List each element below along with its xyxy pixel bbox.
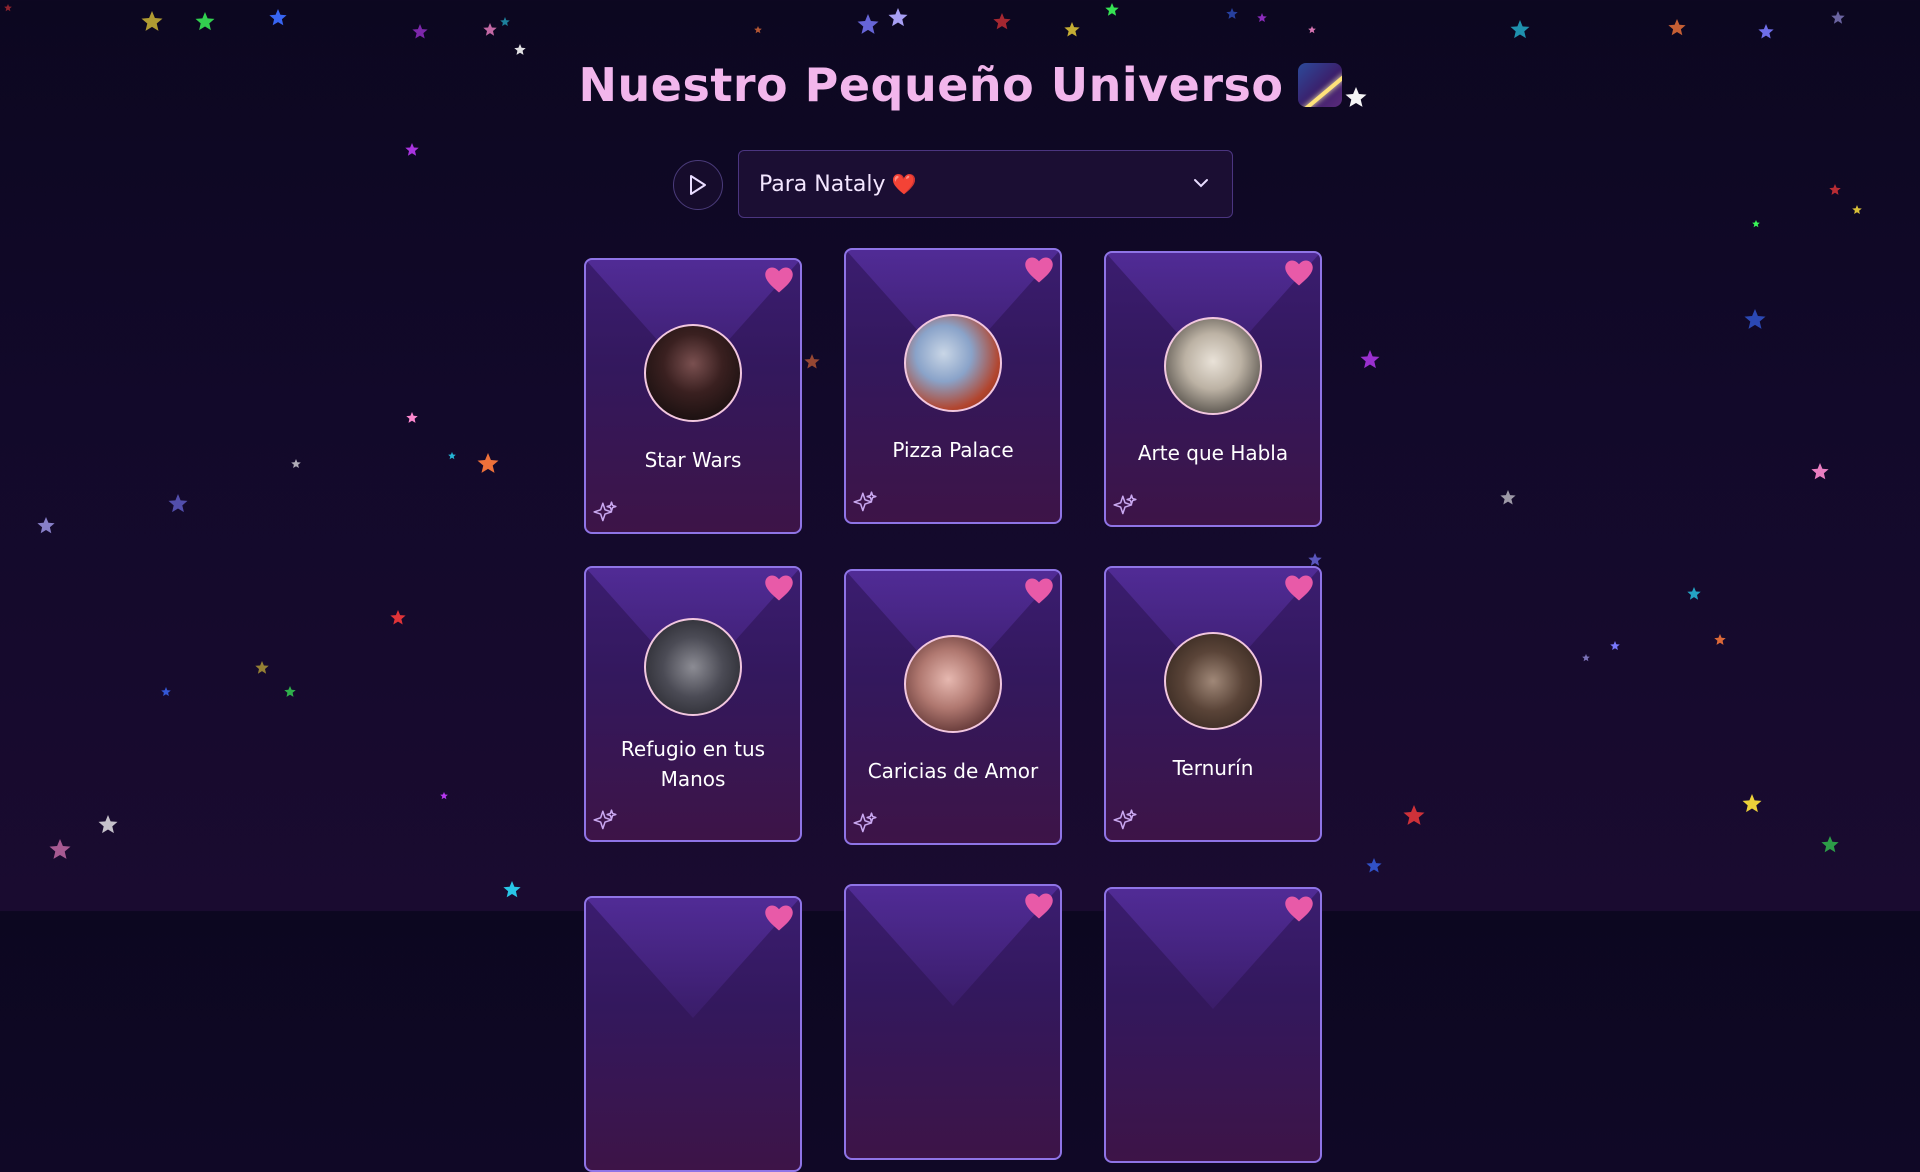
star-icon [1668, 19, 1686, 36]
chevron-down-icon [1194, 179, 1208, 188]
memory-card[interactable]: Refugio en tus Manos [584, 566, 802, 842]
card-title: Star Wars [644, 448, 742, 472]
photo-avatar [644, 618, 742, 716]
play-icon [690, 175, 706, 195]
star-icon [98, 815, 118, 834]
star-icon [284, 686, 296, 697]
star-icon [1360, 350, 1380, 369]
photo-avatar [1164, 317, 1262, 415]
play-button[interactable] [673, 160, 723, 210]
star-icon [405, 143, 419, 156]
star-icon [1226, 8, 1238, 19]
star-icon [168, 494, 188, 513]
shooting-star-emoji [1297, 63, 1342, 107]
star-icon [195, 12, 215, 31]
star-icon [141, 11, 163, 31]
star-icon [49, 839, 71, 859]
memory-card[interactable]: Pizza Palace [844, 248, 1062, 524]
star-icon [1752, 220, 1760, 228]
star-icon [1403, 805, 1425, 825]
memory-card[interactable] [844, 884, 1062, 1160]
star-icon [1811, 463, 1829, 480]
star-icon [1500, 490, 1516, 505]
star-icon [4, 4, 12, 12]
photo-avatar [1164, 632, 1262, 730]
star-icon [1742, 794, 1762, 813]
star-icon [1582, 654, 1590, 662]
photo-avatar [904, 635, 1002, 733]
star-icon [1064, 22, 1080, 37]
star-icon [390, 610, 406, 625]
star-icon [1852, 205, 1862, 214]
heart-icon[interactable] [764, 904, 794, 932]
star-icon [1821, 836, 1839, 853]
sparkle-icon [853, 491, 877, 512]
memory-card[interactable]: Arte que Habla [1104, 251, 1322, 527]
card-title: Ternurín [1172, 756, 1254, 780]
star-icon [448, 452, 456, 460]
card-title: Caricias de Amor [867, 759, 1039, 783]
card-title: Arte que Habla [1137, 441, 1289, 465]
star-icon [483, 23, 497, 36]
star-icon [255, 661, 269, 674]
star-icon [37, 517, 55, 534]
star-icon [1308, 26, 1316, 34]
card-title: Pizza Palace [892, 438, 1014, 462]
star-icon [1829, 184, 1841, 195]
star-icon [412, 24, 428, 39]
memory-card[interactable] [584, 896, 802, 1172]
star-icon [993, 13, 1011, 30]
heart-icon[interactable] [1284, 895, 1314, 923]
star-icon [269, 9, 287, 26]
star-icon [406, 412, 418, 423]
selected-song-label: Para Nataly [759, 171, 886, 197]
star-icon [1366, 858, 1382, 873]
star-icon [1257, 13, 1267, 22]
heart-icon[interactable] [1024, 577, 1054, 605]
sparkle-icon [853, 812, 877, 833]
memory-card[interactable]: Ternurín [1104, 566, 1322, 842]
heart-icon[interactable] [1284, 259, 1314, 287]
star-icon [754, 26, 762, 34]
sparkle-icon [1113, 809, 1137, 830]
star-icon [500, 17, 510, 26]
photo-avatar [904, 314, 1002, 412]
heart-icon[interactable] [1024, 256, 1054, 284]
sparkle-icon [1113, 494, 1137, 515]
star-icon [477, 453, 499, 473]
sparkle-icon [593, 501, 617, 522]
star-icon [1510, 20, 1530, 39]
star-icon [1687, 587, 1701, 600]
heart-icon[interactable] [1284, 574, 1314, 602]
memory-card[interactable]: Star Wars [584, 258, 802, 534]
star-icon [888, 8, 908, 27]
star-icon [804, 354, 820, 369]
heart-icon[interactable] [1024, 892, 1054, 920]
heart-icon[interactable] [764, 574, 794, 602]
star-icon [1758, 24, 1774, 39]
star-icon [1744, 309, 1766, 329]
memory-card[interactable]: Caricias de Amor [844, 569, 1062, 845]
star-icon [503, 881, 521, 898]
star-icon [514, 44, 526, 55]
page-title: Nuestro Pequeño Universo [0, 58, 1920, 112]
heart-icon[interactable] [764, 266, 794, 294]
photo-avatar [644, 324, 742, 422]
memory-card[interactable] [1104, 887, 1322, 1163]
star-icon [857, 14, 879, 34]
star-icon [1105, 3, 1119, 16]
card-title: Refugio en tus Manos [620, 737, 766, 791]
star-icon [1831, 11, 1845, 24]
red-heart-emoji: ❤️ [891, 172, 917, 196]
star-icon [291, 459, 301, 468]
sparkle-icon [593, 809, 617, 830]
song-select[interactable]: Para Nataly ❤️ [738, 150, 1233, 218]
star-icon [1610, 641, 1620, 650]
star-icon [1308, 553, 1322, 566]
star-icon [440, 792, 448, 800]
music-controls: Para Nataly ❤️ [673, 150, 1233, 218]
star-icon [161, 687, 171, 696]
star-icon [1714, 634, 1726, 645]
